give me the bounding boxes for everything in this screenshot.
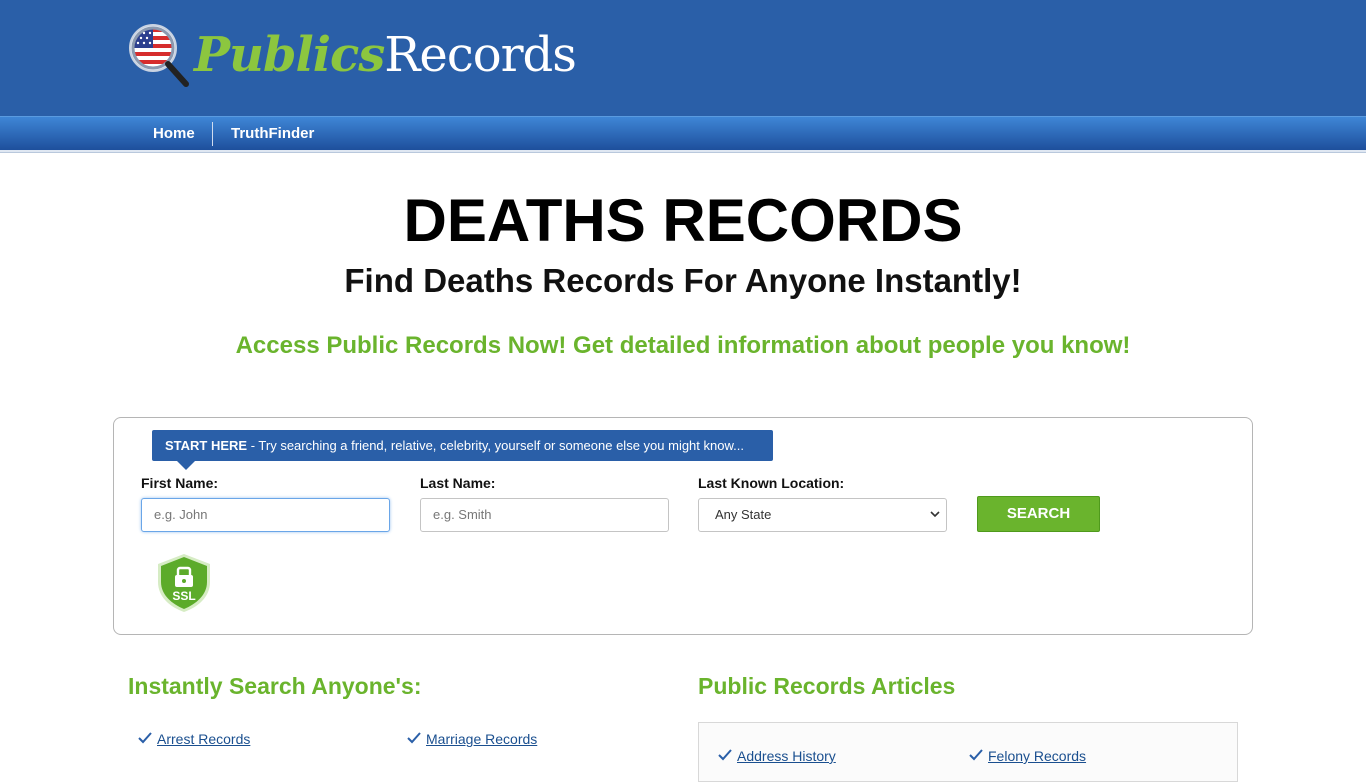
site-logo[interactable]: PublicsRecords (128, 22, 577, 92)
logo-wordmark-publics: Publics (194, 27, 385, 83)
ssl-shield-icon: SSL (153, 552, 215, 614)
banner-pointer (177, 461, 195, 470)
nav-underline (0, 150, 1366, 153)
search-button[interactable]: SEARCH (977, 496, 1100, 532)
last-name-label: Last Name: (420, 475, 496, 491)
page-title: DEATHS RECORDS (403, 187, 963, 254)
site-header: PublicsRecords (0, 0, 1366, 116)
flag-magnifier-icon (128, 24, 190, 90)
location-label: Last Known Location: (698, 475, 845, 491)
link-address-history[interactable]: Address History (737, 748, 836, 764)
link-marriage-records[interactable]: Marriage Records (426, 731, 537, 747)
logo-wordmark-records: Records (384, 27, 577, 83)
start-here-banner: START HERE - Try searching a friend, rel… (152, 430, 773, 461)
logo-wordmark: PublicsRecords (194, 27, 577, 83)
ssl-label: SSL (172, 589, 196, 603)
page-tagline: Access Public Records Now! Get detailed … (235, 332, 1131, 359)
page-subtitle: Find Deaths Records For Anyone Instantly… (344, 262, 1022, 299)
link-arrest-records[interactable]: Arrest Records (157, 731, 250, 747)
checkmark-icon (407, 732, 421, 744)
checkmark-icon (138, 732, 152, 744)
checkmark-icon (969, 749, 983, 761)
checkmark-icon (718, 749, 732, 761)
chevron-down-icon (930, 511, 940, 518)
first-name-label: First Name: (141, 475, 219, 491)
start-here-text: - Try searching a friend, relative, cele… (247, 438, 744, 453)
first-name-input[interactable]: e.g. John (141, 498, 390, 532)
start-here-label: START HERE (165, 438, 248, 453)
main-nav: Home TruthFinder (0, 116, 1366, 150)
location-select-value: Any State (715, 507, 772, 522)
link-felony-records[interactable]: Felony Records (988, 748, 1086, 764)
nav-divider (212, 122, 213, 146)
nav-truthfinder[interactable]: TruthFinder (231, 117, 314, 151)
last-name-input[interactable]: e.g. Smith (420, 498, 669, 532)
articles-heading: Public Records Articles (698, 673, 956, 699)
nav-home[interactable]: Home (153, 117, 195, 151)
location-select[interactable]: Any State (698, 498, 947, 532)
instant-search-heading: Instantly Search Anyone's: (128, 673, 422, 699)
